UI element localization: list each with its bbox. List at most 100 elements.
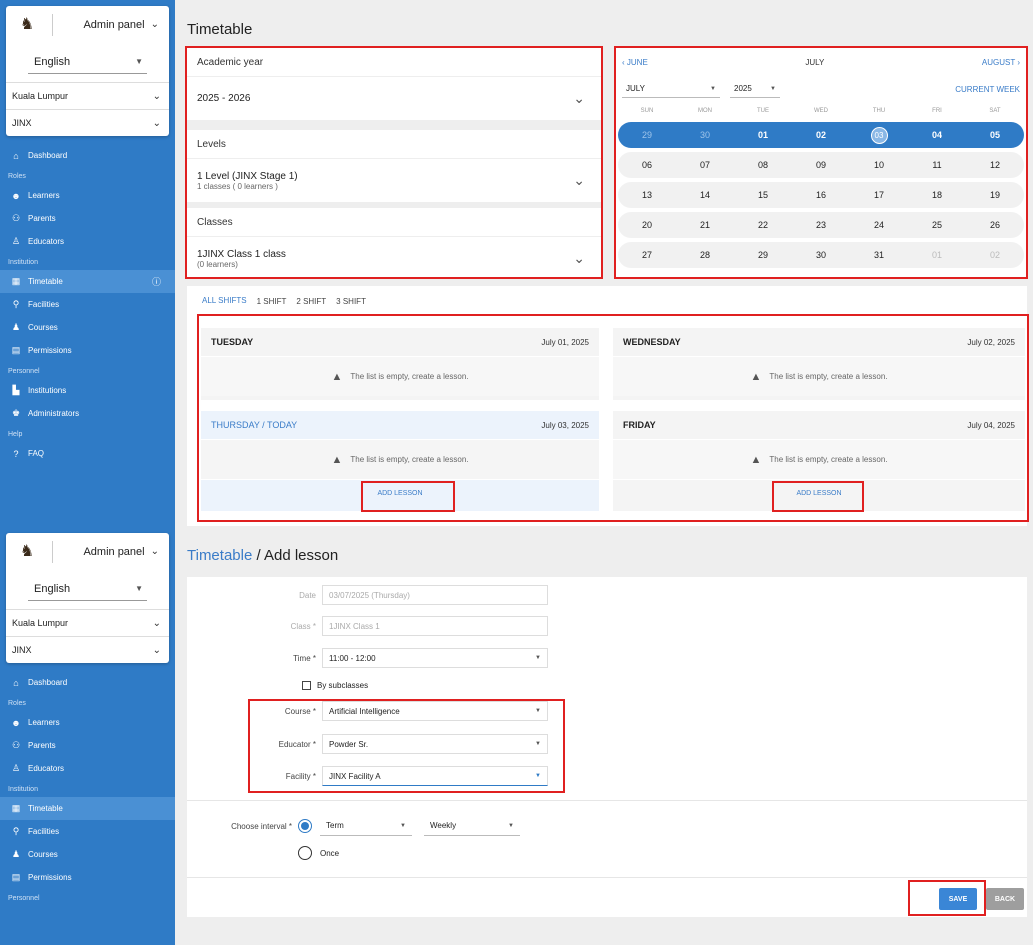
sidebar-item-parents[interactable]: ⚇ Parents xyxy=(0,207,175,230)
calendar-day[interactable]: 20 xyxy=(618,212,676,238)
calendar-day[interactable]: 10 xyxy=(850,152,908,178)
calendar-day[interactable]: 09 xyxy=(792,152,850,178)
by-subclasses-checkbox[interactable] xyxy=(302,680,311,690)
calendar-day[interactable]: 13 xyxy=(618,182,676,208)
current-week-link[interactable]: CURRENT WEEK xyxy=(955,85,1020,94)
sidebar-item-educators[interactable]: ♙ Educators xyxy=(0,757,175,780)
calendar-day[interactable]: 28 xyxy=(676,242,734,268)
sidebar-item-facilities[interactable]: ⚲ Facilities xyxy=(0,293,175,316)
calendar-day[interactable]: 17 xyxy=(850,182,908,208)
sidebar-item-permissions[interactable]: ▤ Permissions xyxy=(0,866,175,889)
sidebar-item-dashboard[interactable]: ⌂ Dashboard xyxy=(0,144,175,167)
day-name: THURSDAY / TODAY xyxy=(211,420,298,430)
back-button[interactable]: BACK xyxy=(986,888,1024,910)
add-lesson-button[interactable]: ADD LESSON xyxy=(613,479,1025,507)
calendar-day[interactable]: 30 xyxy=(676,122,734,148)
breadcrumb-timetable[interactable]: Timetable xyxy=(187,547,252,564)
calendar-day[interactable]: 16 xyxy=(792,182,850,208)
add-lesson-button[interactable]: ADD LESSON xyxy=(201,479,599,507)
facility-select[interactable]: JINX Facility A ▼ xyxy=(322,766,548,786)
school-select[interactable]: JINX ⌄ xyxy=(6,109,169,136)
shift-tab[interactable]: 3 SHIFT xyxy=(336,286,366,316)
admin-panel-header[interactable]: ♞ Admin panel ⌄ xyxy=(6,533,169,571)
next-month-link[interactable]: AUGUST › xyxy=(982,58,1020,67)
sidebar-item-learners[interactable]: ☻ Learners xyxy=(0,711,175,734)
term-select[interactable]: Term ▼ xyxy=(320,816,412,836)
calendar-day[interactable]: 14 xyxy=(676,182,734,208)
admin-panel-header[interactable]: ♞ Admin panel ⌄ xyxy=(6,6,169,44)
calendar-day[interactable]: 31 xyxy=(850,242,908,268)
day-date: July 01, 2025 xyxy=(541,337,589,347)
frequency-select[interactable]: Weekly ▼ xyxy=(424,816,520,836)
sidebar-item-timetable[interactable]: ▦ Timetable ⓘ xyxy=(0,270,175,293)
language-select[interactable]: English ▼ xyxy=(28,50,147,74)
calendar-day[interactable]: 23 xyxy=(792,212,850,238)
calendar-day[interactable]: 06 xyxy=(618,152,676,178)
calendar-day[interactable]: 27 xyxy=(618,242,676,268)
term-radio[interactable] xyxy=(298,819,312,833)
course-select[interactable]: Artificial Intelligence ▼ xyxy=(322,701,548,721)
once-radio[interactable] xyxy=(298,846,312,860)
sidebar-item-courses[interactable]: ♟ Courses xyxy=(0,316,175,339)
shift-tab[interactable]: 2 SHIFT xyxy=(296,286,326,316)
educator-select[interactable]: Powder Sr. ▼ xyxy=(322,734,548,754)
shift-tab[interactable]: 1 SHIFT xyxy=(257,286,287,316)
month-select[interactable]: JULY ▼ xyxy=(622,80,720,98)
sidebar-item-timetable[interactable]: ▦ Timetable xyxy=(0,797,175,820)
calendar-day[interactable]: 29 xyxy=(734,242,792,268)
info-icon[interactable]: ⓘ xyxy=(152,275,161,288)
calendar-day[interactable]: 05 xyxy=(966,122,1024,148)
calendar-day[interactable]: 24 xyxy=(850,212,908,238)
calendar-day[interactable]: 15 xyxy=(734,182,792,208)
chevron-down-icon: ⌄ xyxy=(150,546,159,557)
header-divider xyxy=(52,13,53,36)
calendar-day[interactable]: 01 xyxy=(734,122,792,148)
sidebar-item-educators[interactable]: ♙ Educators xyxy=(0,230,175,253)
sidebar-item-facilities[interactable]: ⚲ Facilities xyxy=(0,820,175,843)
calendar-day[interactable]: 18 xyxy=(908,182,966,208)
save-button[interactable]: SAVE xyxy=(939,888,977,910)
year-select[interactable]: 2025 ▼ xyxy=(730,80,780,98)
calendar-day[interactable]: 08 xyxy=(734,152,792,178)
sidebar-item-permissions[interactable]: ▤ Permissions xyxy=(0,339,175,362)
calendar-day[interactable]: 21 xyxy=(676,212,734,238)
once-row: Once xyxy=(298,843,339,863)
prev-month-label: JUNE xyxy=(626,57,648,67)
calendar-day[interactable]: 07 xyxy=(676,152,734,178)
calendar-day[interactable]: 04 xyxy=(908,122,966,148)
city-select[interactable]: Kuala Lumpur ⌄ xyxy=(6,609,169,636)
sidebar-item-parents[interactable]: ⚇ Parents xyxy=(0,734,175,757)
sidebar-item-faq[interactable]: ? FAQ xyxy=(0,442,175,465)
sidebar-item-administrators[interactable]: ♚ Administrators xyxy=(0,402,175,425)
calendar-day[interactable]: 02 xyxy=(966,242,1024,268)
time-select[interactable]: 11:00 - 12:00 ▼ xyxy=(322,648,548,668)
calendar-day[interactable]: 03 xyxy=(850,122,908,148)
shift-tab[interactable]: ALL SHIFTS xyxy=(202,286,247,316)
language-select[interactable]: English ▼ xyxy=(28,577,147,601)
classes-select[interactable]: 1JINX Class 1 class (0 learners) ⌄ xyxy=(187,236,601,280)
nav-section-roles: Roles xyxy=(8,700,26,707)
calendar-day[interactable]: 25 xyxy=(908,212,966,238)
sidebar-item-courses[interactable]: ♟ Courses xyxy=(0,843,175,866)
chevron-down-icon: ⌄ xyxy=(573,90,585,106)
calendar-day[interactable]: 30 xyxy=(792,242,850,268)
sidebar-item-dashboard[interactable]: ⌂ Dashboard xyxy=(0,671,175,694)
sidebar-item-institutions[interactable]: ▙ Institutions xyxy=(0,379,175,402)
sidebar-item-label: Learners xyxy=(28,718,60,727)
calendar-day[interactable]: 12 xyxy=(966,152,1024,178)
academic-year-select[interactable]: 2025 - 2026 ⌄ xyxy=(187,76,601,120)
calendar-day[interactable]: 19 xyxy=(966,182,1024,208)
calendar-day[interactable]: 01 xyxy=(908,242,966,268)
calendar-day[interactable]: 29 xyxy=(618,122,676,148)
calendar-day[interactable]: 11 xyxy=(908,152,966,178)
day-header: FRIDAY July 04, 2025 xyxy=(613,411,1025,439)
calendar-day[interactable]: 22 xyxy=(734,212,792,238)
levels-select[interactable]: 1 Level (JINX Stage 1) 1 classes ( 0 lea… xyxy=(187,158,601,202)
prev-month-link[interactable]: ‹ JUNE xyxy=(622,58,648,67)
sidebar-item-learners[interactable]: ☻ Learners xyxy=(0,184,175,207)
calendar-day[interactable]: 02 xyxy=(792,122,850,148)
language-value: English xyxy=(34,582,71,595)
calendar-day[interactable]: 26 xyxy=(966,212,1024,238)
city-select[interactable]: Kuala Lumpur ⌄ xyxy=(6,82,169,109)
school-select[interactable]: JINX ⌄ xyxy=(6,636,169,663)
